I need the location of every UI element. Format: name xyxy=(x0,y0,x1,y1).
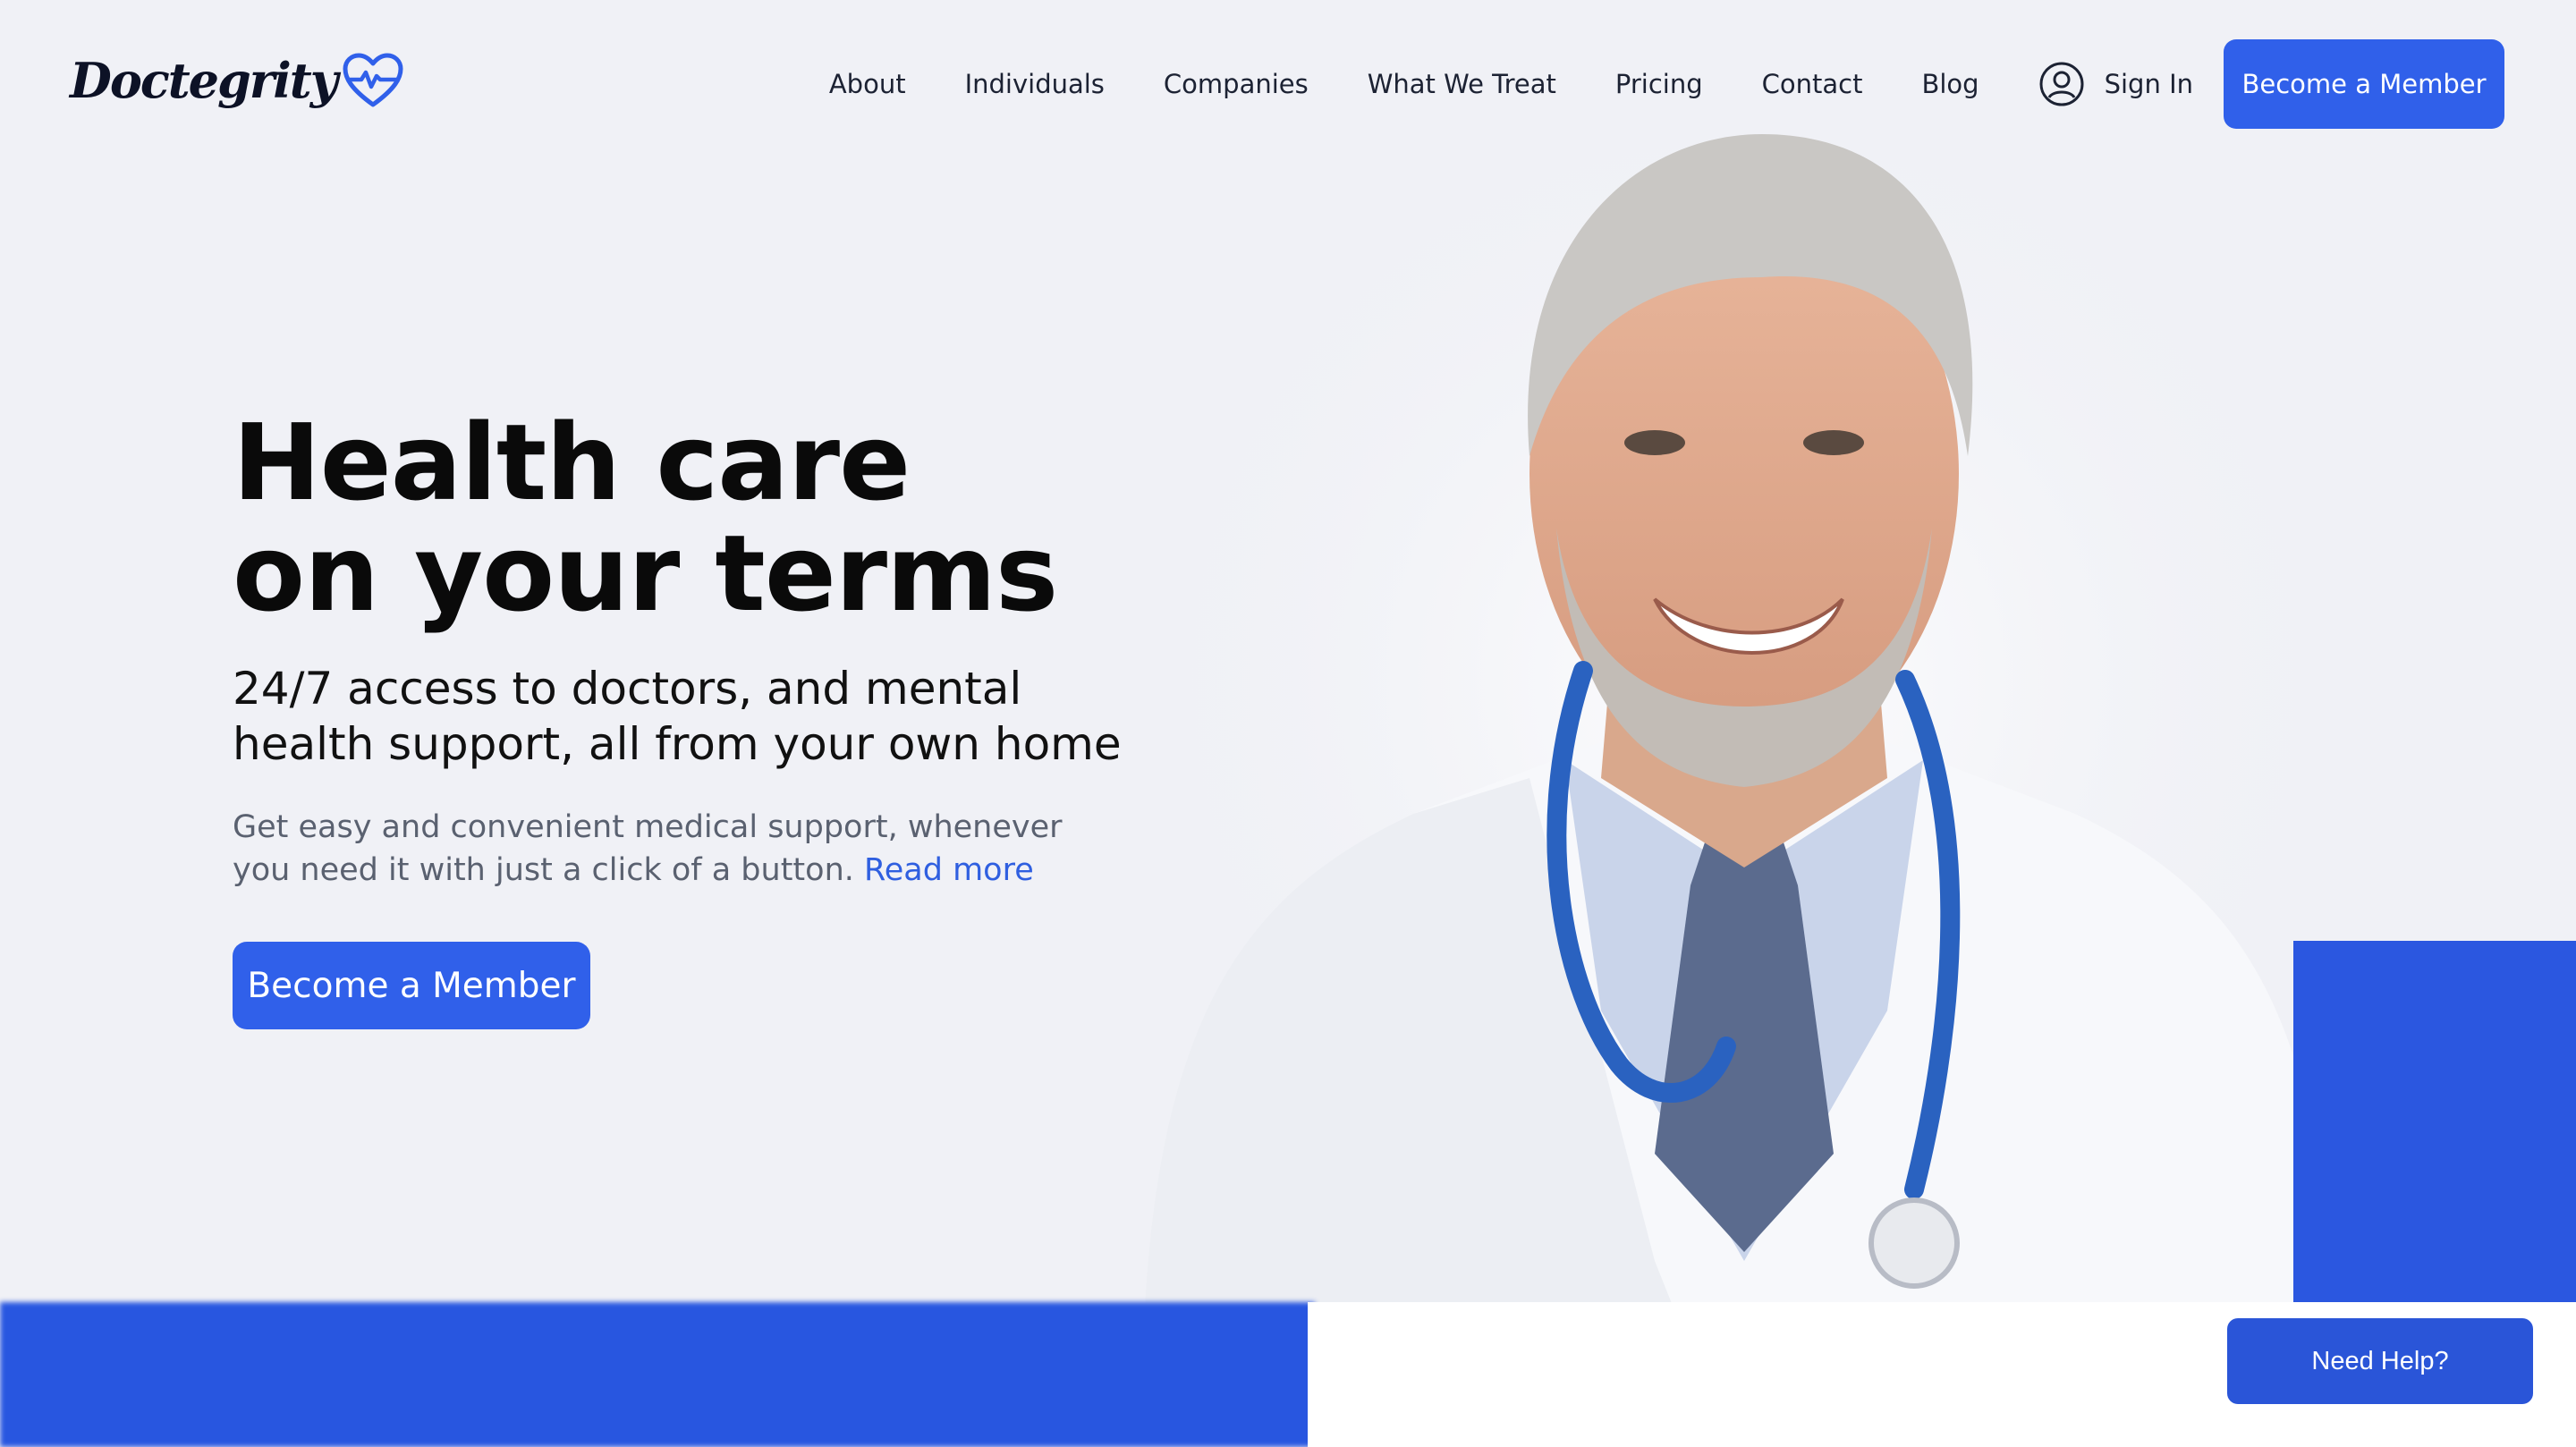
hero-body-copy: Get easy and convenient medical support,… xyxy=(233,806,1091,892)
nav-about[interactable]: About xyxy=(829,69,906,99)
nav-companies[interactable]: Companies xyxy=(1164,69,1309,99)
doctor-photo xyxy=(1100,98,2388,1306)
hero-subheadline: 24/7 access to doctors, and mental healt… xyxy=(233,661,1127,772)
decorative-blue-block xyxy=(2293,941,2576,1306)
read-more-link[interactable]: Read more xyxy=(864,852,1034,888)
become-member-hero-button[interactable]: Become a Member xyxy=(233,942,590,1029)
nav-pricing[interactable]: Pricing xyxy=(1615,69,1703,99)
hero-subheadline-line1: 24/7 access to doctors, and mental xyxy=(233,663,1022,715)
hero-headline-line2: on your terms xyxy=(233,512,1058,635)
sign-in-label: Sign In xyxy=(2104,69,2193,99)
hero-subheadline-line2: health support, all from your own home xyxy=(233,718,1122,770)
nav-contact[interactable]: Contact xyxy=(1762,69,1863,99)
nav-what-we-treat[interactable]: What We Treat xyxy=(1368,69,1556,99)
hero-headline: Health care on your terms xyxy=(233,407,1127,629)
logo-wordmark: Doctegrity xyxy=(70,52,338,109)
heart-pulse-icon xyxy=(343,53,403,107)
hero-headline-line1: Health care xyxy=(233,401,911,524)
nav-individuals[interactable]: Individuals xyxy=(965,69,1105,99)
hero-section: Health care on your terms 24/7 access to… xyxy=(233,407,1127,1029)
need-help-button[interactable]: Need Help? xyxy=(2227,1318,2533,1404)
bottom-blue-banner xyxy=(0,1302,1315,1447)
logo[interactable]: Doctegrity xyxy=(70,52,404,109)
nav-blog[interactable]: Blog xyxy=(1921,69,1979,99)
